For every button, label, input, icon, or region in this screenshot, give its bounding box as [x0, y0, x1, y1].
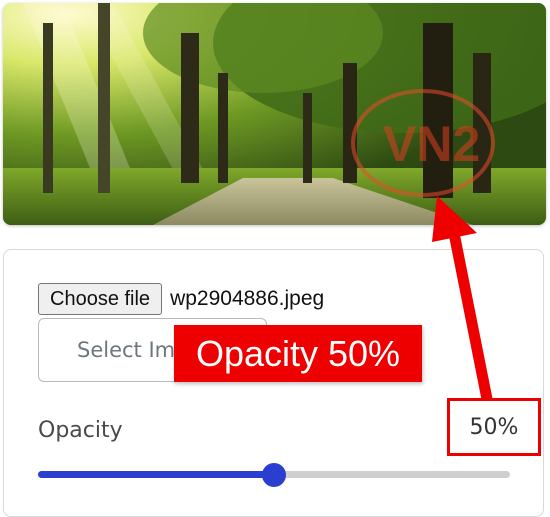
svg-text:VN2: VN2 — [383, 116, 480, 172]
choose-file-button[interactable]: Choose file — [38, 283, 163, 315]
slider-fill — [38, 471, 274, 478]
upload-card: Choose file wp2904886.jpeg Select Im Opa… — [3, 249, 544, 517]
annotation-callout: Opacity 50% — [174, 325, 422, 382]
opacity-label: Opacity — [38, 418, 123, 443]
image-preview: VN2 — [3, 3, 546, 225]
selected-file-name: wp2904886.jpeg — [170, 287, 325, 310]
slider-thumb[interactable] — [262, 463, 286, 487]
opacity-value: 50% — [447, 398, 541, 456]
forest-road-image: VN2 — [3, 3, 546, 225]
select-image-label: Select Im — [77, 338, 176, 362]
file-input[interactable]: Choose file wp2904886.jpeg — [38, 282, 324, 316]
opacity-slider[interactable] — [38, 463, 510, 487]
